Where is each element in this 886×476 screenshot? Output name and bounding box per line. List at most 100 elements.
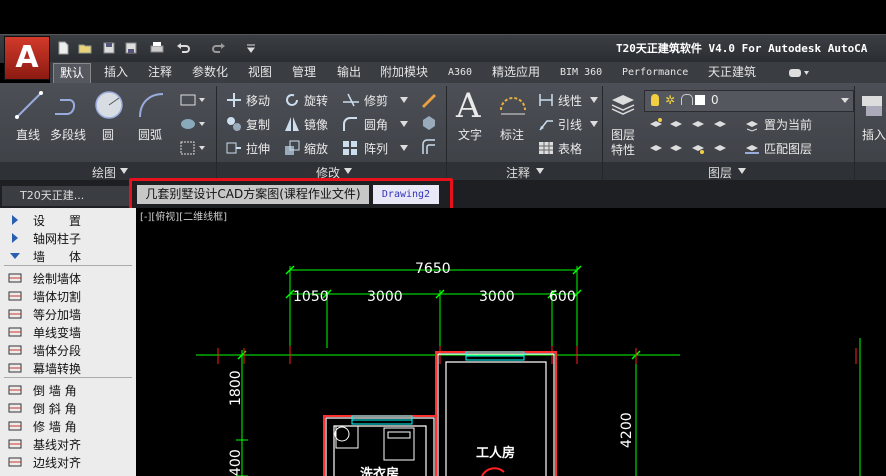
arc-tool-icon[interactable] (136, 90, 166, 120)
array-icon[interactable] (342, 140, 358, 156)
save-icon[interactable] (102, 41, 116, 55)
tab-featured-apps[interactable]: 精选应用 (492, 63, 540, 82)
palette-item[interactable]: 绘制墙体 (0, 269, 136, 287)
undo-icon[interactable] (176, 41, 190, 55)
mirror-label[interactable]: 镜像 (304, 116, 328, 133)
scale-label[interactable]: 缩放 (304, 140, 328, 157)
linear-dim-icon[interactable] (538, 92, 554, 108)
move-icon[interactable] (226, 92, 242, 108)
leader-label[interactable]: 引线 (558, 116, 582, 133)
line-tool-icon[interactable] (14, 90, 44, 120)
ribbon-minimize-icon[interactable] (788, 67, 810, 79)
tab-bim360[interactable]: BIM 360 (560, 63, 602, 82)
layer-dropdown-arrow-icon[interactable] (841, 98, 849, 103)
linear-dropdown-icon[interactable] (590, 97, 598, 103)
array-label[interactable]: 阵列 (364, 140, 388, 157)
palette-item[interactable]: 等分加墙 (0, 305, 136, 323)
tab-output[interactable]: 输出 (337, 63, 361, 82)
annotation-panel-expand-icon[interactable] (536, 168, 544, 174)
trim-dropdown-icon[interactable] (400, 97, 408, 103)
tab-a360[interactable]: A360 (448, 63, 472, 82)
tab-insert[interactable]: 插入 (104, 63, 128, 82)
open-folder-icon[interactable] (78, 41, 92, 55)
tab-addins[interactable]: 附加模块 (380, 63, 428, 82)
tab-annotate[interactable]: 注释 (148, 63, 172, 82)
palette-item[interactable]: 基线对齐 (0, 435, 136, 453)
table-label[interactable]: 表格 (558, 140, 582, 157)
t20-palette-tab[interactable]: T20天正建... (2, 186, 130, 206)
offset-icon[interactable] (420, 138, 438, 156)
tab-tangent-architecture[interactable]: 天正建筑 (708, 63, 756, 82)
copy-icon[interactable] (226, 116, 242, 132)
annotation-panel-title[interactable]: 注释 (506, 164, 530, 181)
redo-icon[interactable] (212, 41, 226, 55)
palette-item[interactable]: 修 墙 角 (0, 417, 136, 435)
set-current-label[interactable]: 置为当前 (764, 116, 812, 133)
collapse-arrow-icon[interactable] (8, 249, 22, 263)
trim-label[interactable]: 修剪 (364, 92, 388, 109)
rectangle-tool-icon[interactable] (180, 93, 206, 107)
rotate-icon[interactable] (284, 92, 300, 108)
trim-icon[interactable] (342, 92, 360, 108)
palette-item[interactable]: 倒 斜 角 (0, 399, 136, 417)
palette-item[interactable]: 轴网柱子 (0, 229, 136, 247)
table-icon[interactable] (538, 140, 554, 156)
circle-tool-label[interactable]: 圆 (102, 126, 114, 143)
copy-label[interactable]: 复制 (246, 116, 270, 133)
draw-panel-expand-icon[interactable] (120, 168, 128, 174)
palette-item[interactable]: 倒 墙 角 (0, 381, 136, 399)
palette-item[interactable]: 幕墙转换 (0, 359, 136, 377)
palette-item[interactable]: 边线对齐 (0, 453, 136, 471)
layer-unlock-icon[interactable] (681, 94, 693, 105)
tab-parametric[interactable]: 参数化 (192, 63, 228, 82)
palette-item[interactable]: 墙 体 (0, 247, 136, 265)
erase-icon[interactable] (420, 90, 438, 108)
modify-panel-expand-icon[interactable] (344, 168, 352, 174)
floor-plan-drawing[interactable]: 7650 1050 3000 3000 600 1800 400 4200 工人… (136, 208, 886, 476)
layer-tools-row1-icon[interactable] (648, 116, 738, 132)
hatch-tool-icon[interactable] (180, 117, 206, 131)
layer-properties-icon[interactable] (610, 92, 636, 116)
text-tool-label[interactable]: 文字 (458, 126, 482, 143)
layer-color-swatch[interactable] (695, 95, 705, 105)
layer-on-bulb-icon[interactable] (651, 94, 659, 106)
region-tool-icon[interactable] (180, 141, 206, 155)
set-current-icon[interactable] (744, 116, 760, 132)
insert-block-icon[interactable] (860, 92, 886, 120)
layers-panel-title[interactable]: 图层 (708, 164, 732, 181)
dimension-tool-label[interactable]: 标注 (500, 126, 524, 143)
scale-icon[interactable] (284, 140, 300, 156)
linear-dim-label[interactable]: 线性 (558, 92, 582, 109)
array-dropdown-icon[interactable] (400, 145, 408, 151)
fillet-label[interactable]: 圆角 (364, 116, 388, 133)
palette-item[interactable]: 墙体分段 (0, 341, 136, 359)
save-as-icon[interactable] (124, 41, 138, 55)
rotate-label[interactable]: 旋转 (304, 92, 328, 109)
leader-icon[interactable] (538, 116, 554, 132)
palette-item[interactable]: 单线变墙 (0, 323, 136, 341)
tab-performance[interactable]: Performance (622, 63, 688, 82)
fillet-dropdown-icon[interactable] (400, 121, 408, 127)
qat-customize-icon[interactable] (246, 41, 256, 55)
tab-view[interactable]: 视图 (248, 63, 272, 82)
stretch-icon[interactable] (226, 140, 242, 156)
arc-tool-label[interactable]: 圆弧 (138, 126, 162, 143)
layer-dropdown[interactable]: ✲ 0 (644, 90, 854, 112)
stretch-label[interactable]: 拉伸 (246, 140, 270, 157)
new-file-icon[interactable] (56, 41, 70, 55)
line-tool-label[interactable]: 直线 (16, 126, 40, 143)
layer-tools-row2-icon[interactable] (648, 140, 738, 156)
polyline-tool-icon[interactable] (52, 90, 86, 120)
palette-item[interactable]: 设 置 (0, 211, 136, 229)
polyline-tool-label[interactable]: 多段线 (50, 126, 86, 143)
move-label[interactable]: 移动 (246, 92, 270, 109)
layer-properties-label-2[interactable]: 特性 (611, 141, 635, 158)
print-icon[interactable] (150, 41, 164, 55)
tab-default[interactable]: 默认 (53, 63, 92, 83)
application-menu-button[interactable]: A (4, 36, 50, 80)
layers-panel-expand-icon[interactable] (738, 168, 746, 174)
text-tool-icon[interactable]: A (456, 86, 481, 126)
draw-panel-title[interactable]: 绘图 (92, 164, 116, 181)
insert-label[interactable]: 插入 (862, 126, 886, 143)
expand-arrow-icon[interactable] (8, 213, 22, 227)
